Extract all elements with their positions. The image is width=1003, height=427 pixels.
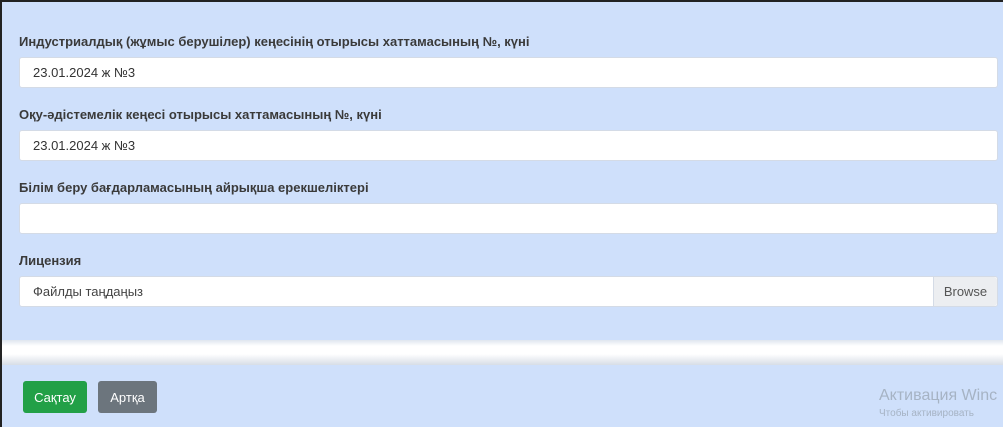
methodical-council-protocol-input[interactable] — [19, 130, 998, 161]
license-file-input[interactable]: Файлды таңдаңыз Browse — [19, 276, 998, 307]
program-features-input[interactable] — [19, 203, 998, 234]
save-button[interactable]: Сақтау — [23, 381, 87, 413]
browse-button[interactable]: Browse — [933, 277, 997, 306]
industrial-council-protocol-input[interactable] — [19, 57, 998, 88]
windows-activation-watermark-title: Активация Winc — [879, 387, 998, 404]
field-label-industrial-council: Индустриалдық (жұмыс берушілер) кеңесіні… — [19, 34, 530, 49]
section-separator — [2, 340, 1003, 365]
field-label-license: Лицензия — [19, 253, 82, 268]
back-button[interactable]: Артқа — [98, 381, 157, 413]
field-label-methodical-council: Оқу-әдістемелік кеңесі отырысы хаттамасы… — [19, 107, 382, 122]
windows-activation-watermark-subtitle: Чтобы активировать — [879, 408, 974, 419]
field-label-program-features: Білім беру бағдарламасының айрықша ерекш… — [19, 180, 369, 195]
license-file-placeholder[interactable]: Файлды таңдаңыз — [20, 277, 933, 306]
